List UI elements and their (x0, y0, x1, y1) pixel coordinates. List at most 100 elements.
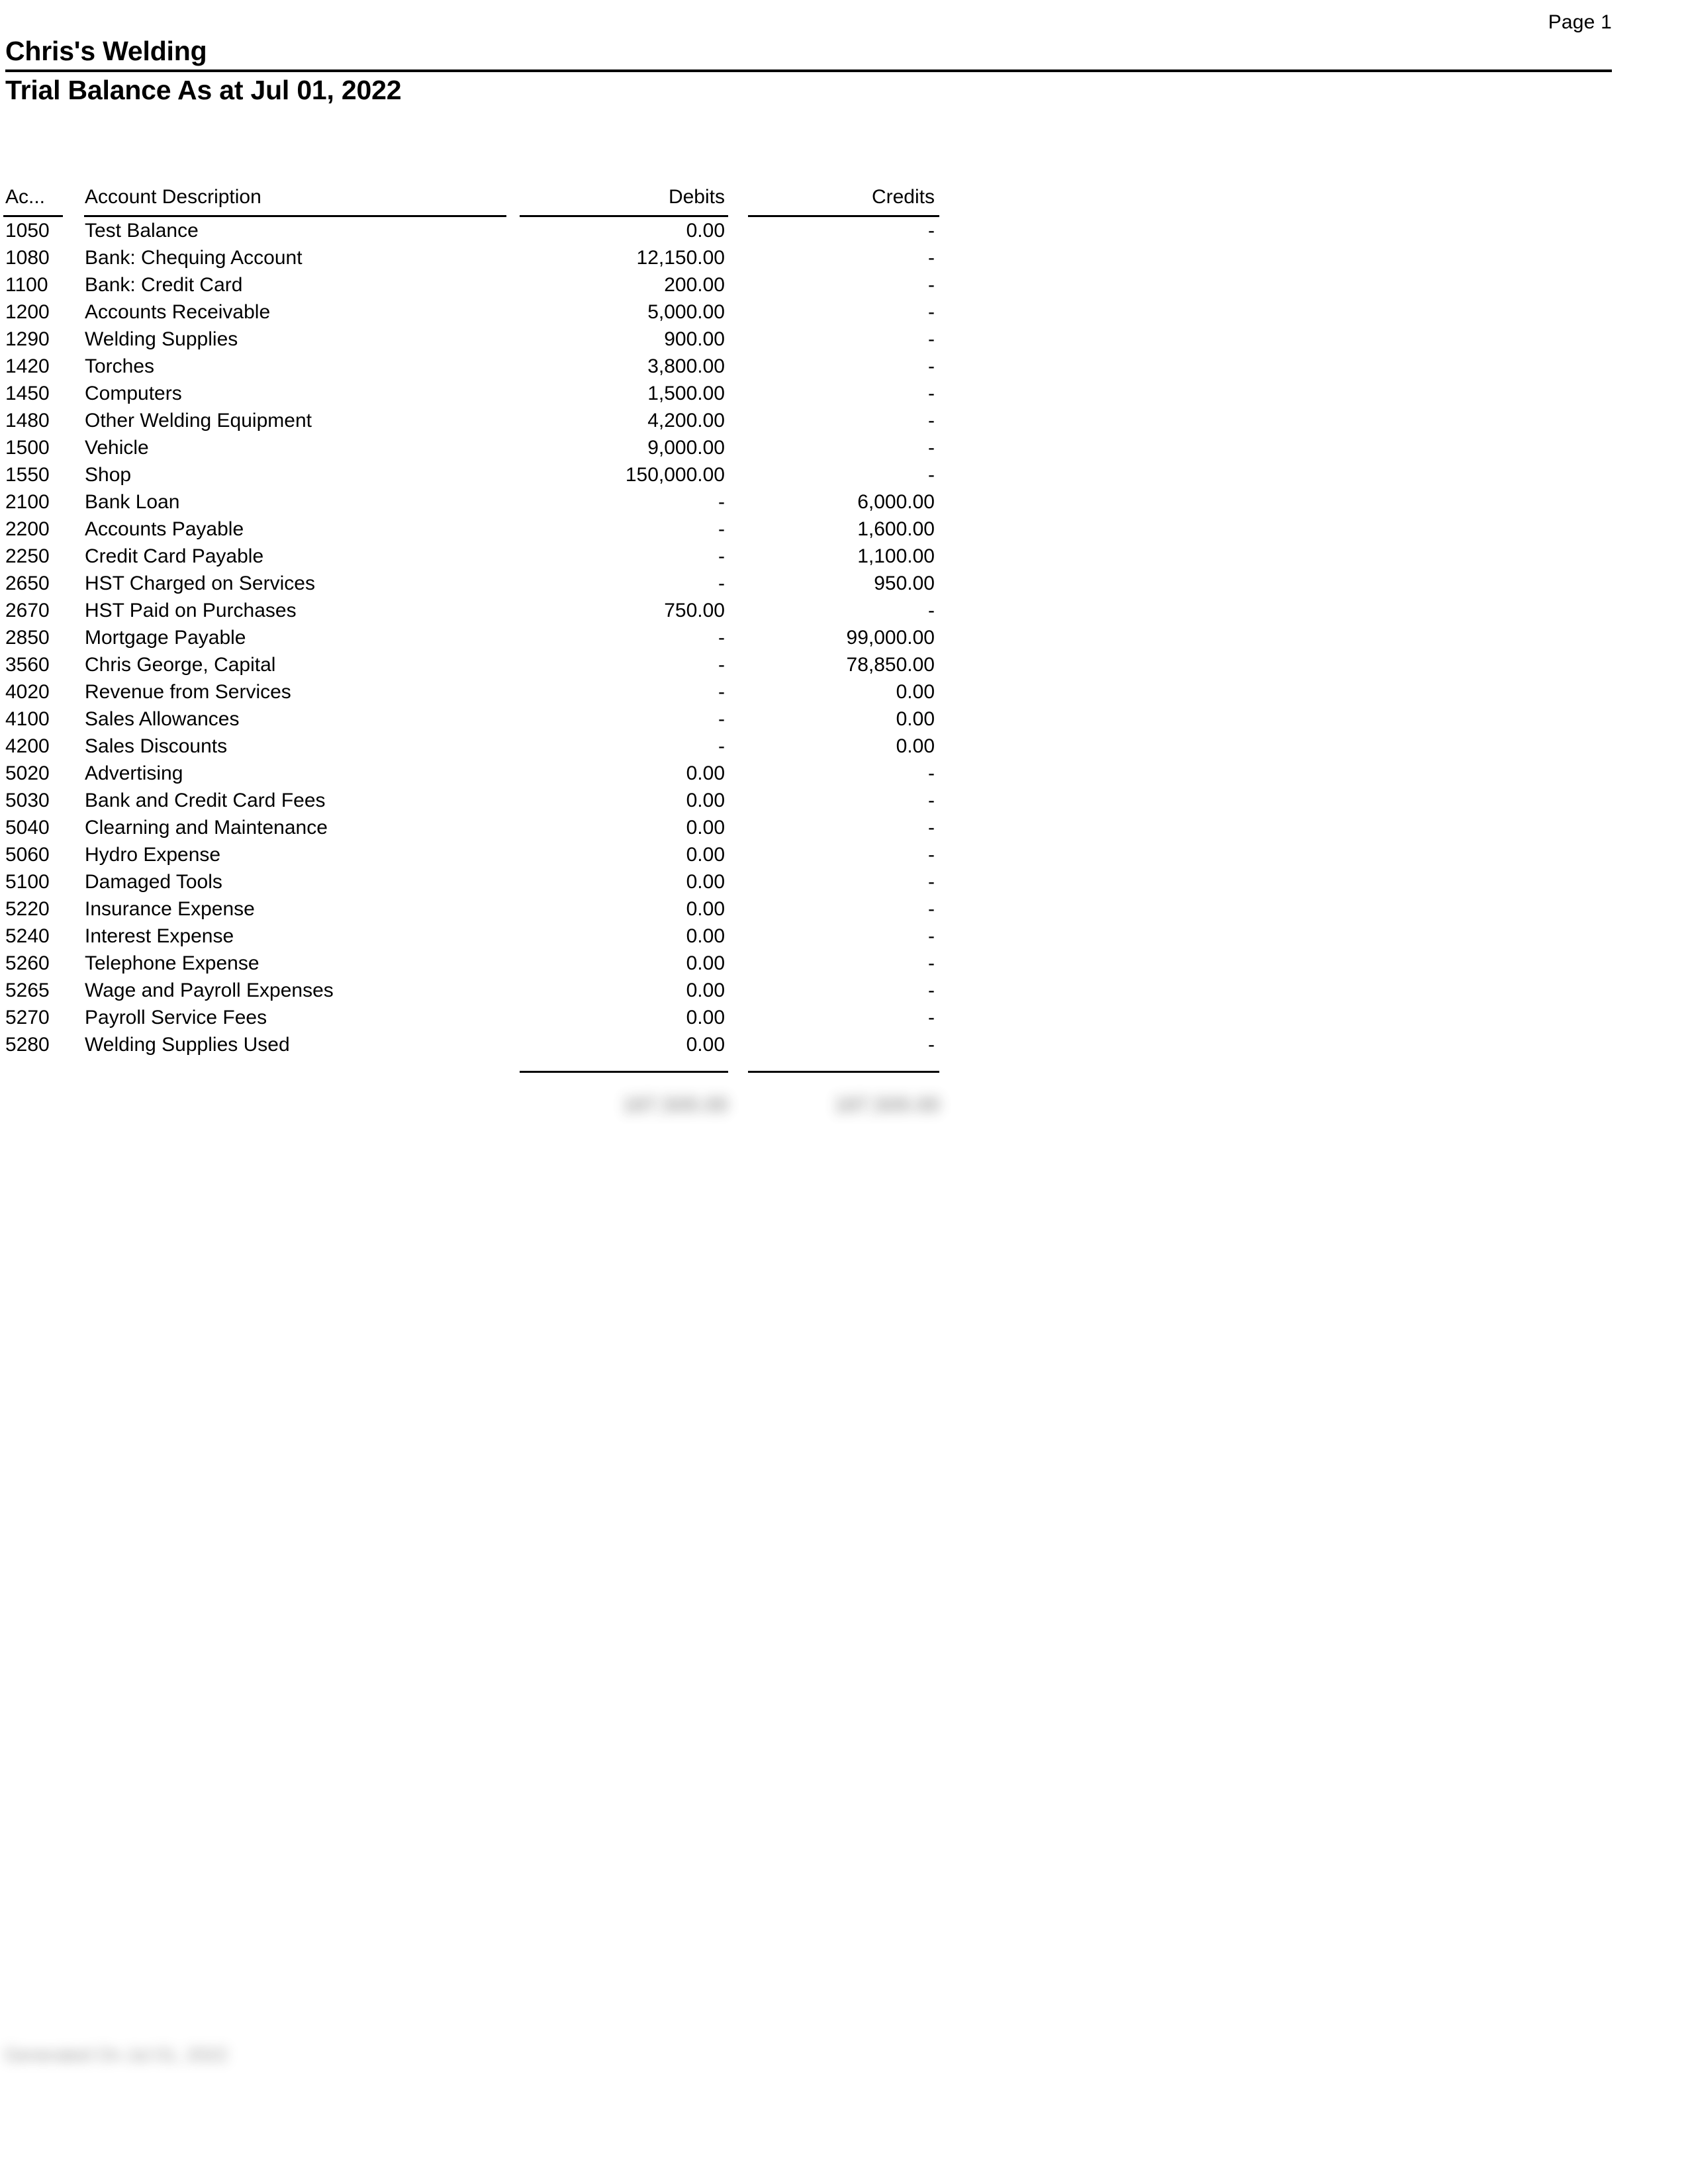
header-rule-description (79, 210, 506, 217)
cell-description: Vehicle (85, 437, 149, 459)
cell-account: 4100 (5, 708, 50, 730)
cell-account: 2100 (5, 491, 50, 513)
cell-description: Accounts Payable (85, 518, 244, 540)
cell-description: Interest Expense (85, 925, 234, 947)
cell-description: HST Charged on Services (85, 572, 315, 594)
table-row: 1290 Welding Supplies 900.00 - (0, 326, 940, 353)
table-row: 5100 Damaged Tools 0.00 - (0, 868, 940, 895)
cell-description: Bank: Credit Card (85, 274, 243, 296)
cell-account: 1290 (5, 328, 50, 350)
totals-credits-value: 187,500.00 (833, 1093, 940, 1116)
totals-debits-value: 187,500.00 (622, 1093, 728, 1116)
table-row: 5280 Welding Supplies Used 0.00 - (0, 1031, 940, 1058)
cell-description: Computers (85, 383, 182, 404)
cell-description: Credit Card Payable (85, 545, 264, 567)
cell-account: 2670 (5, 600, 50, 621)
cell-credits: - (928, 600, 935, 621)
cell-credits: - (928, 871, 935, 893)
totals-rule-debits (506, 1058, 728, 1073)
cell-credits: 0.00 (896, 735, 935, 757)
cell-debits: 0.00 (686, 844, 725, 866)
cell-credits: - (928, 437, 935, 459)
totals-credits-cell: 187,500.00 (728, 1073, 940, 1119)
cell-account: 1480 (5, 410, 50, 432)
cell-debits: - (718, 545, 725, 567)
report-title: Trial Balance As at Jul 01, 2022 (5, 75, 402, 105)
cell-debits: 5,000.00 (647, 301, 725, 323)
cell-debits: 900.00 (664, 328, 725, 350)
table-row: 1050 Test Balance 0.00 - (0, 217, 940, 244)
cell-description: Advertising (85, 762, 183, 784)
cell-credits: - (928, 410, 935, 432)
cell-credits: - (928, 790, 935, 811)
cell-description: Accounts Receivable (85, 301, 271, 323)
cell-credits: - (928, 274, 935, 296)
cell-debits: 12,150.00 (636, 247, 725, 269)
cell-account: 1420 (5, 355, 50, 377)
cell-account: 2250 (5, 545, 50, 567)
cell-account: 4200 (5, 735, 50, 757)
table-row: 5020 Advertising 0.00 - (0, 760, 940, 787)
cell-debits: 0.00 (686, 1007, 725, 1028)
cell-debits: 1,500.00 (647, 383, 725, 404)
header-rule-row (0, 210, 940, 217)
cell-description: Welding Supplies (85, 328, 238, 350)
cell-debits: - (718, 627, 725, 649)
cell-debits: 0.00 (686, 871, 725, 893)
cell-description: Mortgage Payable (85, 627, 246, 649)
cell-credits: - (928, 464, 935, 486)
cell-debits: 3,800.00 (647, 355, 725, 377)
cell-description: Welding Supplies Used (85, 1034, 290, 1056)
table-body: 1050 Test Balance 0.00 - 1080 Bank: Chequing … (0, 217, 940, 1058)
cell-debits: 0.00 (686, 952, 725, 974)
cell-debits: - (718, 735, 725, 757)
table-row: 5220 Insurance Expense 0.00 - (0, 895, 940, 923)
cell-debits: 0.00 (686, 979, 725, 1001)
table-row: 5040 Clearning and Maintenance 0.00 - (0, 814, 940, 841)
table-header-row: Ac... Account Description Debits Credits (0, 180, 940, 210)
cell-account: 1550 (5, 464, 50, 486)
company-name: Chris's Welding (5, 36, 207, 66)
cell-description: Sales Discounts (85, 735, 228, 757)
table-row: 3560 Chris George, Capital - 78,850.00 (0, 651, 940, 678)
table-row: 1480 Other Welding Equipment 4,200.00 - (0, 407, 940, 434)
cell-account: 5030 (5, 790, 50, 811)
cell-debits: - (718, 491, 725, 513)
cell-credits: - (928, 328, 935, 350)
table-row: 1200 Accounts Receivable 5,000.00 - (0, 298, 940, 326)
cell-debits: - (718, 654, 725, 676)
cell-description: Insurance Expense (85, 898, 255, 920)
table-row: 2650 HST Charged on Services - 950.00 (0, 570, 940, 597)
table-row: 5060 Hydro Expense 0.00 - (0, 841, 940, 868)
cell-account: 5040 (5, 817, 50, 839)
cell-description: Shop (85, 464, 132, 486)
cell-debits: - (718, 681, 725, 703)
cell-debits: - (718, 518, 725, 540)
cell-description: Sales Allowances (85, 708, 240, 730)
cell-account: 2850 (5, 627, 50, 649)
table-row: 2200 Accounts Payable - 1,600.00 (0, 516, 940, 543)
column-header-description: Account Description (85, 186, 261, 208)
cell-debits: 0.00 (686, 898, 725, 920)
cell-debits: 0.00 (686, 220, 725, 242)
cell-credits: - (928, 247, 935, 269)
cell-credits: 950.00 (874, 572, 935, 594)
cell-account: 5270 (5, 1007, 50, 1028)
table-row: 4020 Revenue from Services - 0.00 (0, 678, 940, 705)
cell-account: 2200 (5, 518, 50, 540)
cell-debits: - (718, 572, 725, 594)
table-row: 1420 Torches 3,800.00 - (0, 353, 940, 380)
cell-description: Damaged Tools (85, 871, 222, 893)
cell-description: HST Paid on Purchases (85, 600, 297, 621)
cell-description: Torches (85, 355, 155, 377)
cell-debits: 200.00 (664, 274, 725, 296)
cell-credits: - (928, 817, 935, 839)
cell-description: Revenue from Services (85, 681, 291, 703)
cell-credits: - (928, 762, 935, 784)
totals-spacer-account (0, 1073, 79, 1119)
table-row: 1500 Vehicle 9,000.00 - (0, 434, 940, 461)
header-rule-account (0, 210, 79, 217)
cell-credits: - (928, 220, 935, 242)
cell-debits: 0.00 (686, 1034, 725, 1056)
cell-account: 3560 (5, 654, 50, 676)
